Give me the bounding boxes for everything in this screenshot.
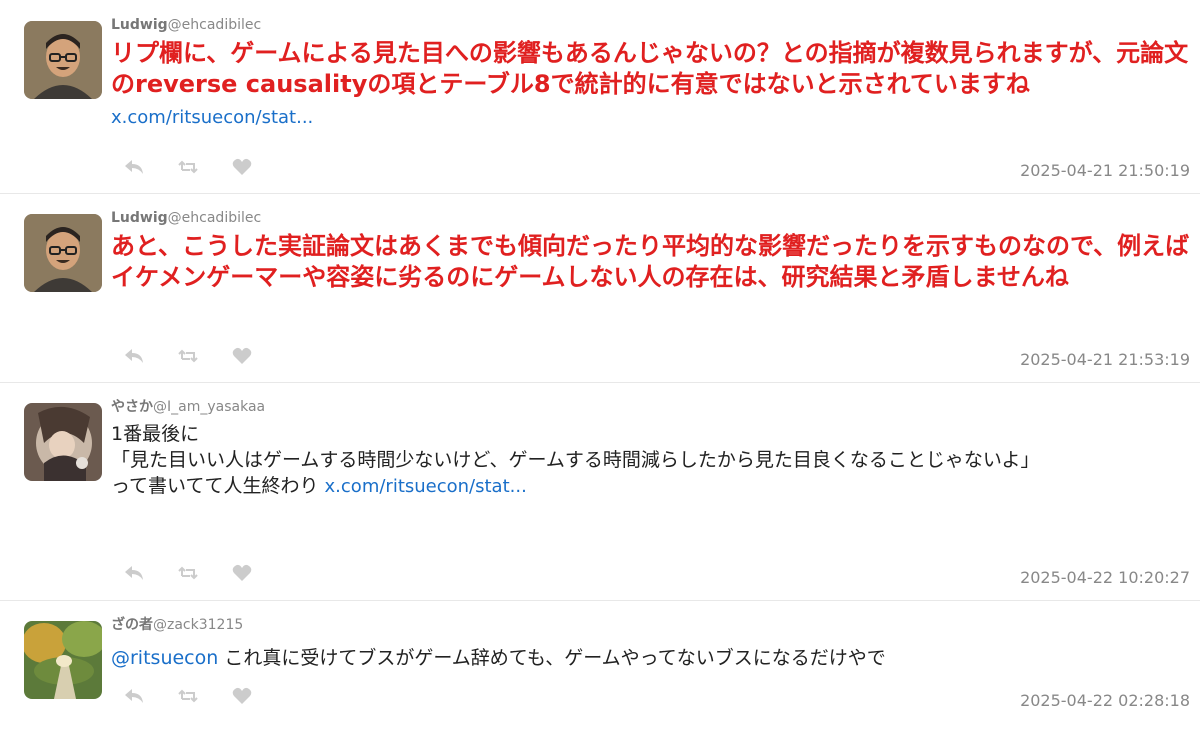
tweet-author[interactable]: Ludwig@ehcadibilec [111, 15, 1190, 35]
tweet-feed: Ludwig@ehcadibilec リプ欄に、ゲームによる見た目への影響もある… [0, 0, 1200, 739]
retweet-button[interactable] [176, 686, 200, 706]
reply-icon [125, 349, 143, 363]
retweet-icon [178, 689, 198, 703]
tweet-author[interactable]: Ludwig@ehcadibilec [111, 208, 1190, 228]
tweet-timestamp[interactable]: 2025-04-21 21:53:19 [1020, 350, 1190, 369]
avatar-image [24, 403, 102, 481]
avatar[interactable] [24, 621, 102, 699]
avatar[interactable] [24, 21, 102, 99]
heart-icon [232, 158, 252, 175]
heart-icon [232, 687, 252, 704]
heart-icon [232, 564, 252, 581]
author-handle: @zack31215 [153, 617, 244, 633]
author-name: Ludwig [111, 210, 168, 226]
author-handle: @I_am_yasakaa [153, 399, 266, 415]
tweet-text-line-body: って書いてて人生終わり [111, 475, 319, 497]
reply-button[interactable] [122, 157, 146, 177]
avatar-image [24, 214, 102, 292]
tweet-text-line: って書いてて人生終わり x.com/ritsuecon/stat... [111, 473, 1190, 500]
tweet-text-line: 1番最後に [111, 423, 200, 445]
tweet-author[interactable]: ざの者@zack31215 [111, 615, 1190, 635]
tweet-item: Ludwig@ehcadibilec あと、こうした実証論文はあくまでも傾向だっ… [0, 193, 1200, 383]
tweet-text: @ritsuecon これ真に受けてブスがゲーム辞めても、ゲームやってないブスに… [111, 645, 1190, 671]
avatar-image [24, 621, 102, 699]
tweet-text-body: リプ欄に、ゲームによる見た目への影響もあるんじゃないの？との指摘が複数見られます… [111, 39, 1189, 98]
reply-button[interactable] [122, 686, 146, 706]
tweet-timestamp[interactable]: 2025-04-22 10:20:27 [1020, 568, 1190, 587]
tweet-item: やさか@I_am_yasakaa 1番最後に 「見た目いい人はゲームする時間少な… [0, 382, 1200, 601]
tweet-timestamp[interactable]: 2025-04-22 02:28:18 [1020, 691, 1190, 710]
tweet-author[interactable]: やさか@I_am_yasakaa [111, 397, 1190, 417]
like-button[interactable] [230, 157, 254, 177]
avatar[interactable] [24, 214, 102, 292]
tweet-text: リプ欄に、ゲームによる見た目への影響もあるんじゃないの？との指摘が複数見られます… [111, 38, 1190, 133]
retweet-button[interactable] [176, 157, 200, 177]
retweet-button[interactable] [176, 563, 200, 583]
tweet-actions [122, 346, 254, 366]
reply-button[interactable] [122, 563, 146, 583]
like-button[interactable] [230, 686, 254, 706]
tweet-link[interactable]: x.com/ritsuecon/stat... [325, 476, 527, 497]
retweet-icon [178, 160, 198, 174]
reply-icon [125, 689, 143, 703]
tweet-text: あと、こうした実証論文はあくまでも傾向だったり平均的な影響だったりを示すものなの… [111, 232, 1190, 291]
retweet-icon [178, 566, 198, 580]
retweet-button[interactable] [176, 346, 200, 366]
tweet-content: やさか@I_am_yasakaa 1番最後に 「見た目いい人はゲームする時間少な… [111, 397, 1190, 500]
author-handle: @ehcadibilec [167, 210, 262, 226]
author-name: ざの者 [111, 617, 153, 633]
tweet-item: Ludwig@ehcadibilec リプ欄に、ゲームによる見た目への影響もある… [0, 0, 1200, 194]
retweet-icon [178, 349, 198, 363]
tweet-timestamp[interactable]: 2025-04-21 21:50:19 [1020, 161, 1190, 180]
reply-icon [125, 566, 143, 580]
tweet-text: 1番最後に 「見た目いい人はゲームする時間少ないけど、ゲームする時間減らしたから… [111, 421, 1190, 500]
mention-link[interactable]: @ritsuecon [111, 647, 218, 669]
avatar-image [24, 21, 102, 99]
tweet-actions [122, 157, 254, 177]
tweet-text-body: これ真に受けてブスがゲーム辞めても、ゲームやってないブスになるだけやで [218, 647, 886, 669]
author-name: Ludwig [111, 17, 168, 33]
like-button[interactable] [230, 563, 254, 583]
heart-icon [232, 347, 252, 364]
tweet-content: ざの者@zack31215 @ritsuecon これ真に受けてブスがゲーム辞め… [111, 615, 1190, 671]
tweet-actions [122, 686, 254, 706]
tweet-actions [122, 563, 254, 583]
tweet-content: Ludwig@ehcadibilec リプ欄に、ゲームによる見た目への影響もある… [111, 15, 1190, 133]
author-handle: @ehcadibilec [167, 17, 262, 33]
tweet-link[interactable]: x.com/ritsuecon/stat... [111, 107, 313, 128]
tweet-item: ざの者@zack31215 @ritsuecon これ真に受けてブスがゲーム辞め… [0, 600, 1200, 739]
reply-button[interactable] [122, 346, 146, 366]
author-name: やさか [111, 399, 153, 415]
like-button[interactable] [230, 346, 254, 366]
avatar[interactable] [24, 403, 102, 481]
reply-icon [125, 160, 143, 174]
tweet-content: Ludwig@ehcadibilec あと、こうした実証論文はあくまでも傾向だっ… [111, 208, 1190, 293]
tweet-text-line: 「見た目いい人はゲームする時間少ないけど、ゲームする時間減らしたから見た目良くな… [111, 449, 1040, 471]
